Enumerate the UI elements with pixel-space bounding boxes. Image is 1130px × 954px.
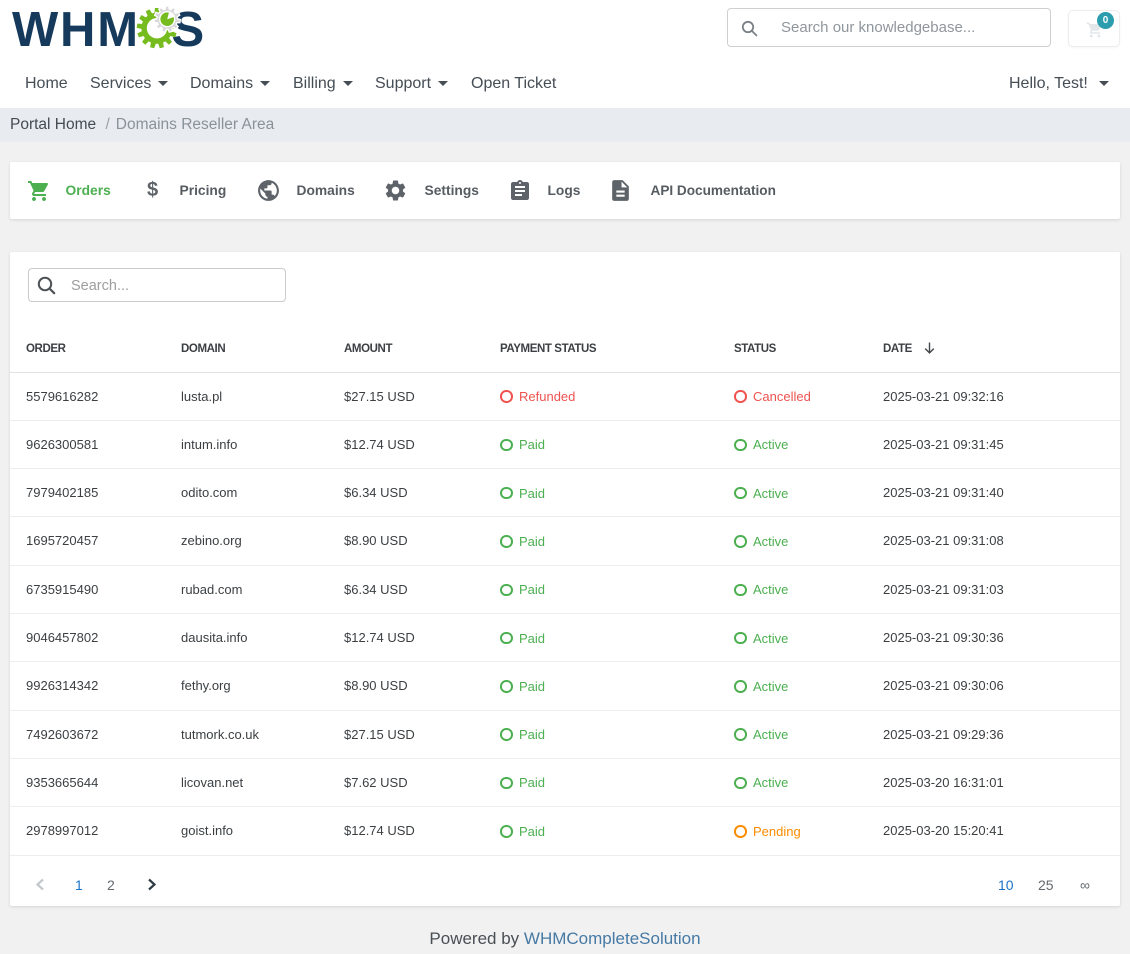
svg-text:WHM: WHM	[12, 3, 140, 56]
